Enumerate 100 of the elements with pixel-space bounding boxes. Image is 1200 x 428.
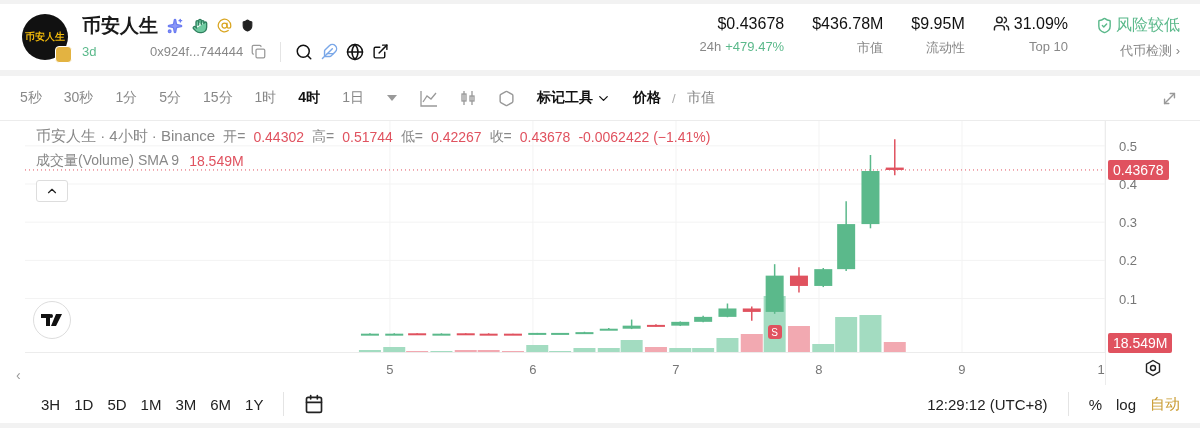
price-badge: 0.43678 [1108, 159, 1169, 180]
candle [551, 332, 570, 335]
settings-icon[interactable] [1144, 359, 1162, 377]
date-range-icon[interactable] [304, 394, 325, 414]
ohlc-value: 0.42267 [431, 128, 482, 145]
candle [814, 267, 833, 288]
search-icon[interactable] [295, 42, 314, 61]
ohlc-label: 低= [400, 127, 423, 146]
stat-value: $9.95M [911, 14, 965, 33]
y-axis-label: 0.5 [1118, 138, 1138, 154]
price-mode-tab[interactable]: 市值 [686, 89, 715, 107]
logo-icon [33, 301, 71, 339]
candle [885, 138, 904, 177]
line-chart-icon[interactable] [419, 89, 438, 107]
candles-icon[interactable] [459, 90, 476, 106]
caret-icon[interactable] [385, 94, 398, 102]
candle [789, 266, 808, 294]
ohlc-value: 0.43678 [519, 128, 571, 145]
risk-level: 风险较低 [1116, 14, 1180, 35]
copy-icon[interactable] [251, 44, 267, 59]
y-axis-label: 0.2 [1118, 252, 1138, 268]
x-axis-label: 8 [815, 361, 823, 377]
drawing-tools-menu[interactable]: 标记工具 [536, 89, 611, 107]
candle [575, 331, 594, 335]
range-button[interactable]: 5D [107, 395, 127, 413]
interval-tab[interactable]: 1日 [342, 89, 364, 107]
range-button[interactable]: 3M [175, 395, 197, 413]
collapse-button[interactable] [36, 180, 68, 202]
candle [765, 263, 784, 315]
indicator-icon[interactable] [497, 89, 515, 107]
price-change: -0.0062422 (−1.41%) [578, 128, 711, 145]
stat-value: $436.78M [812, 14, 884, 33]
volume-badge: 18.549M [1108, 333, 1173, 353]
candle [408, 332, 427, 336]
x-axis-label: 9 [958, 361, 966, 377]
symbol-label: 币安人生 · 4小时 · Binance [36, 127, 216, 146]
sparkle-icon [167, 17, 183, 34]
x-axis-label: 1 [1097, 361, 1105, 377]
ohlc-label: 收= [489, 127, 512, 146]
range-button[interactable]: 1Y [245, 395, 264, 413]
ohlc-label: 高= [312, 127, 335, 146]
volume-value: 18.549M [189, 153, 244, 169]
token-check-link[interactable]: 代币检测 › [1120, 41, 1180, 60]
shield-icon [241, 19, 254, 32]
token-age: 3d [82, 44, 98, 59]
stat-value: 31.09% [1013, 14, 1068, 33]
users-icon [992, 15, 1010, 32]
interval-tab[interactable]: 1时 [254, 89, 277, 107]
interval-tab[interactable]: 5秒 [20, 89, 42, 107]
range-button[interactable]: 1M [140, 395, 162, 413]
y-axis-label: 0.3 [1118, 214, 1138, 230]
candle [385, 332, 404, 336]
globe-icon[interactable] [346, 42, 365, 61]
ohlc-value: 0.51744 [342, 128, 393, 145]
candle [718, 302, 737, 318]
price-mode-tab[interactable]: 价格 [632, 89, 661, 107]
candle [360, 332, 379, 336]
feather-icon[interactable] [321, 43, 339, 60]
candle [837, 200, 856, 272]
stat-period: 24h [699, 38, 722, 54]
range-button[interactable]: 1D [74, 395, 94, 413]
badge-icon [55, 46, 72, 63]
candle [528, 332, 547, 336]
x-axis-label: 6 [529, 361, 537, 377]
candle [599, 327, 618, 331]
volume-label: 成交量(Volume) SMA 9 [36, 152, 180, 170]
stat-value: $0.43678 [717, 14, 785, 33]
x-axis-label: 5 [386, 361, 394, 377]
interval-tab[interactable]: 4时 [298, 89, 321, 107]
candle [646, 323, 665, 328]
candle [694, 315, 713, 323]
clock-time: 12:29:12 (UTC+8) [927, 395, 1048, 413]
candle [742, 305, 761, 322]
interval-tab[interactable]: 5分 [159, 89, 181, 107]
interval-tab[interactable]: 1分 [115, 89, 138, 107]
x-axis-label: 7 [672, 361, 680, 377]
avatar-text: 币安人生 [25, 30, 65, 44]
interval-tab[interactable]: 15分 [202, 89, 233, 107]
scale-mode-button[interactable]: log [1115, 395, 1136, 413]
stat-label: Top 10 [1028, 38, 1068, 54]
hand-icon [192, 17, 208, 34]
ohlc-label: 开= [223, 127, 246, 146]
candle [456, 332, 475, 336]
at-sign-icon [217, 18, 232, 33]
candle [671, 320, 690, 327]
token-name: 币安人生 [82, 13, 158, 38]
separator-slash: / [671, 90, 676, 106]
candle [432, 332, 451, 336]
y-axis-label: 0.1 [1118, 291, 1138, 307]
candle [503, 332, 522, 336]
price-change: +479.47% [725, 38, 785, 54]
contract-address: 0x924f...744444 [150, 44, 244, 59]
interval-tab[interactable]: 30秒 [63, 89, 94, 107]
range-button[interactable]: 3H [41, 395, 61, 413]
stat-label: 流动性 [925, 38, 965, 57]
ohlc-value: 0.44302 [253, 128, 304, 145]
external-link-icon[interactable] [372, 43, 390, 60]
scale-mode-button[interactable]: % [1088, 395, 1102, 413]
range-button[interactable]: 6M [210, 395, 232, 413]
candle [622, 318, 641, 330]
